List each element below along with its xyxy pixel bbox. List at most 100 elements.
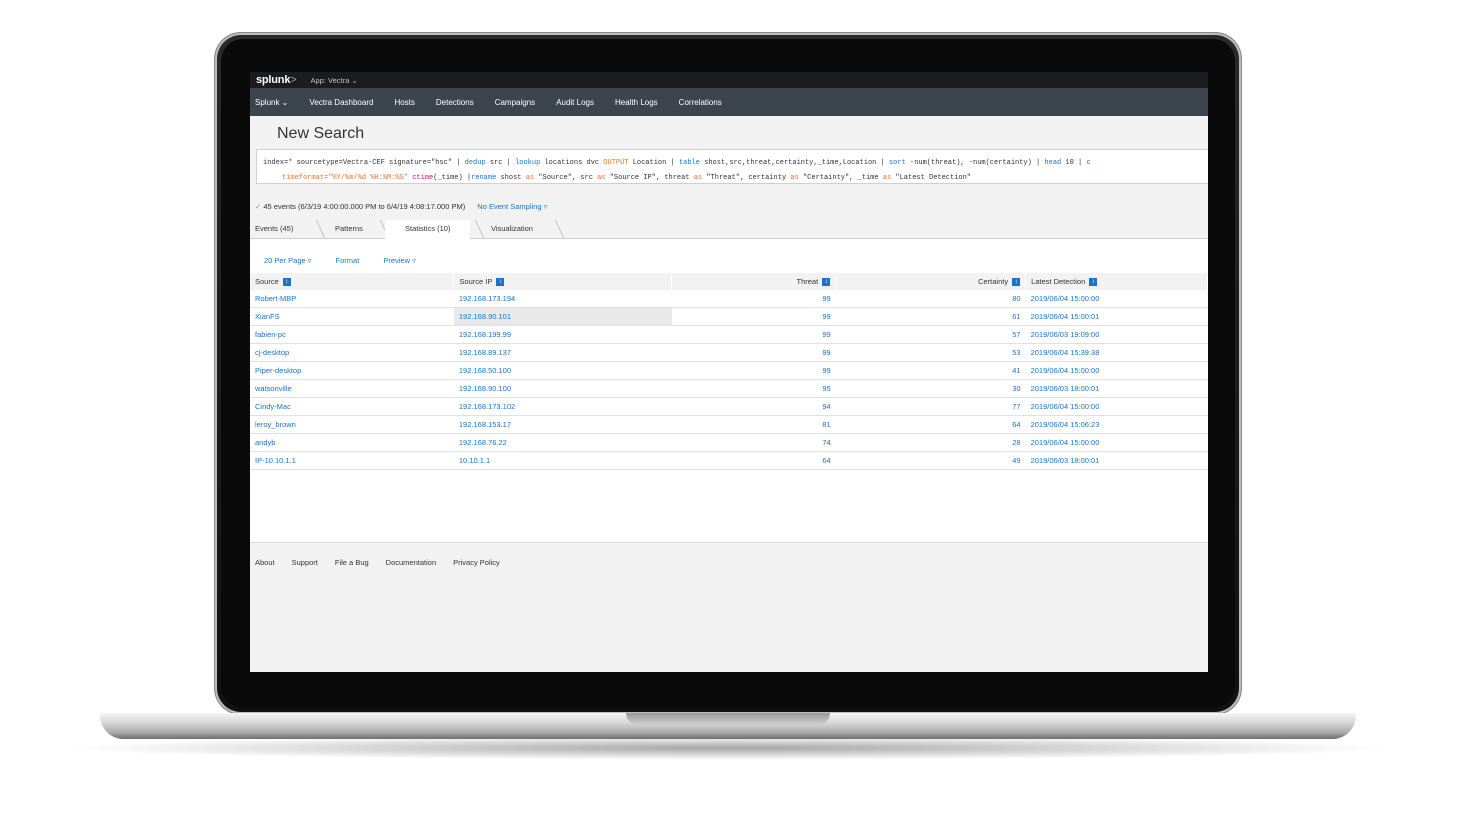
cell-latest-detection[interactable]: 2019/06/04 15:00:00 [1025, 361, 1208, 380]
nav-item-campaigns[interactable]: Campaigns [495, 98, 535, 107]
cell-source-ip[interactable]: 192.168.173.102 [453, 397, 672, 416]
cell-threat[interactable]: 99 [671, 325, 836, 344]
nav-item-correlations[interactable]: Correlations [679, 98, 722, 107]
cell-certainty[interactable]: 53 [835, 343, 1026, 362]
cell-threat[interactable]: 81 [671, 415, 836, 434]
table-row: leroy_brown 192.168.153.17 81 64 2019/06/04 … [250, 415, 1208, 434]
cell-threat[interactable]: 74 [671, 433, 836, 452]
cell-source[interactable]: watsonville [250, 379, 454, 398]
nav-item-audit-logs[interactable]: Audit Logs [556, 98, 594, 107]
footer-link-file-a-bug[interactable]: File a Bug [335, 558, 369, 567]
table-row: fabien-pc 192.168.199.99 99 57 2019/06/03 19… [250, 325, 1208, 344]
cell-source-ip[interactable]: 192.168.90.101 [453, 307, 672, 326]
search-status: ✓ 45 events (6/3/19 4:00:00.000 PM to 6/… [255, 202, 547, 211]
cell-source[interactable]: cj-desktop [250, 343, 454, 362]
sort-icon[interactable]: ↕ [1012, 278, 1021, 286]
cell-certainty[interactable]: 61 [835, 307, 1026, 326]
cell-threat[interactable]: 99 [671, 361, 836, 380]
sort-icon[interactable]: ↕ [822, 278, 831, 286]
cell-certainty[interactable]: 49 [835, 451, 1026, 470]
column-header-source-ip[interactable]: Source IP ↕ [453, 273, 673, 290]
format-button[interactable]: Format [336, 256, 360, 265]
nav-item-vectra-dashboard[interactable]: Vectra Dashboard [309, 98, 373, 107]
cell-latest-detection[interactable]: 2019/06/04 15:00:00 [1025, 433, 1208, 452]
cell-latest-detection[interactable]: 2019/06/04 15:39:38 [1025, 343, 1208, 362]
sort-icon[interactable]: ↕ [282, 278, 291, 286]
cell-certainty[interactable]: 64 [835, 415, 1026, 434]
cell-source[interactable]: Piper-desktop [250, 361, 454, 380]
search-query-input[interactable]: index=* sourcetype=Vectra-CEF signature=… [256, 149, 1208, 184]
sort-icon[interactable]: ↕ [1089, 278, 1098, 286]
cell-latest-detection[interactable]: 2019/06/04 15:00:00 [1025, 397, 1208, 416]
column-header-certainty[interactable]: Certainty ↕ [835, 273, 1027, 290]
sort-icon[interactable]: ↕ [496, 278, 505, 286]
cell-source[interactable]: fabien-pc [250, 325, 454, 344]
footer-link-documentation[interactable]: Documentation [386, 558, 436, 567]
nav-item-health-logs[interactable]: Health Logs [615, 98, 658, 107]
tab-visualization[interactable]: Visualization [491, 220, 533, 238]
column-header-threat[interactable]: Threat ↕ [671, 273, 837, 290]
nav-bar: Splunk ⌄ Vectra Dashboard Hosts Detectio… [250, 88, 1208, 116]
cell-source-ip[interactable]: 192.168.89.137 [453, 343, 672, 362]
app-selector[interactable]: App: Vectra ⌄ [310, 76, 357, 85]
table-row: Cindy-Mac 192.168.173.102 94 77 2019/06/04 1… [250, 397, 1208, 416]
cell-source-ip[interactable]: 192.168.50.100 [453, 361, 672, 380]
table-row: cj-desktop 192.168.89.137 99 53 2019/06/04 1… [250, 343, 1208, 362]
column-header-source[interactable]: Source ↕ [250, 273, 455, 290]
footer-link-support[interactable]: Support [292, 558, 318, 567]
tab-statistics[interactable]: Statistics (10) [385, 220, 471, 239]
preview-dropdown[interactable]: Preview ▿ [383, 256, 416, 265]
table-row: Robert-MBP 192.168.173.194 99 80 2019/06/04 … [250, 290, 1208, 308]
cell-latest-detection[interactable]: 2019/06/04 15:00:00 [1025, 290, 1208, 308]
event-sampling-dropdown[interactable]: No Event Sampling ▿ [477, 202, 547, 211]
cell-source-ip[interactable]: 10.10.1.1 [453, 451, 672, 470]
tab-events[interactable]: Events (45) [255, 220, 293, 238]
splunk-logo[interactable]: splunk> [256, 74, 297, 86]
cell-source[interactable]: Robert-MBP [250, 290, 454, 308]
per-page-dropdown[interactable]: 20 Per Page ▿ [264, 256, 312, 265]
cell-certainty[interactable]: 57 [835, 325, 1026, 344]
cell-latest-detection[interactable]: 2019/06/04 15:06:23 [1025, 415, 1208, 434]
table-row: IP-10.10.1.1 10.10.1.1 64 49 2019/06/03 18:0… [250, 451, 1208, 470]
footer-link-about[interactable]: About [255, 558, 275, 567]
cell-source[interactable]: andyb [250, 433, 454, 452]
cell-certainty[interactable]: 77 [835, 397, 1026, 416]
footer: About Support File a Bug Documentation P… [250, 542, 1208, 672]
cell-source[interactable]: XianFS [250, 307, 454, 326]
laptop-base [100, 713, 1356, 739]
cell-source-ip[interactable]: 192.168.173.194 [453, 290, 672, 308]
nav-item-detections[interactable]: Detections [436, 98, 474, 107]
cell-certainty[interactable]: 41 [835, 361, 1026, 380]
cell-certainty[interactable]: 80 [835, 290, 1026, 308]
cell-latest-detection[interactable]: 2019/06/03 19:09:00 [1025, 325, 1208, 344]
footer-link-privacy-policy[interactable]: Privacy Policy [453, 558, 500, 567]
cell-latest-detection[interactable]: 2019/06/04 15:00:01 [1025, 307, 1208, 326]
nav-item-hosts[interactable]: Hosts [394, 98, 414, 107]
cell-certainty[interactable]: 30 [835, 379, 1026, 398]
cell-threat[interactable]: 95 [671, 379, 836, 398]
laptop-notch [626, 713, 830, 725]
cell-source[interactable]: leroy_brown [250, 415, 454, 434]
cell-source-ip[interactable]: 192.168.153.17 [453, 415, 672, 434]
cell-source-ip[interactable]: 192.168.199.99 [453, 325, 672, 344]
cell-threat[interactable]: 99 [671, 290, 836, 308]
cell-certainty[interactable]: 28 [835, 433, 1026, 452]
cell-latest-detection[interactable]: 2019/06/03 18:00:01 [1025, 379, 1208, 398]
cell-source-ip[interactable]: 192.168.90.100 [453, 379, 672, 398]
cell-threat[interactable]: 94 [671, 397, 836, 416]
table-row: Piper-desktop 192.168.50.100 99 41 2019/06/0… [250, 361, 1208, 380]
cell-latest-detection[interactable]: 2019/06/03 18:00:01 [1025, 451, 1208, 470]
cell-source[interactable]: Cindy-Mac [250, 397, 454, 416]
cell-source-ip[interactable]: 192.168.76.22 [453, 433, 672, 452]
column-header-latest-detection[interactable]: Latest Detection ↕ [1025, 273, 1208, 290]
cell-threat[interactable]: 99 [671, 343, 836, 362]
nav-item-splunk[interactable]: Splunk ⌄ [255, 98, 288, 107]
page-title: New Search [277, 125, 365, 142]
table-row: XianFS 192.168.90.101 99 61 2019/06/04 15:00… [250, 307, 1208, 326]
tab-patterns[interactable]: Patterns [335, 220, 363, 238]
cell-threat[interactable]: 64 [671, 451, 836, 470]
table-row: andyb 192.168.76.22 74 28 2019/06/04 15:00:0… [250, 433, 1208, 452]
cell-source[interactable]: IP-10.10.1.1 [250, 451, 454, 470]
cell-threat[interactable]: 99 [671, 307, 836, 326]
results-toolbar: 20 Per Page ▿ Format Preview ▿ [264, 256, 416, 265]
